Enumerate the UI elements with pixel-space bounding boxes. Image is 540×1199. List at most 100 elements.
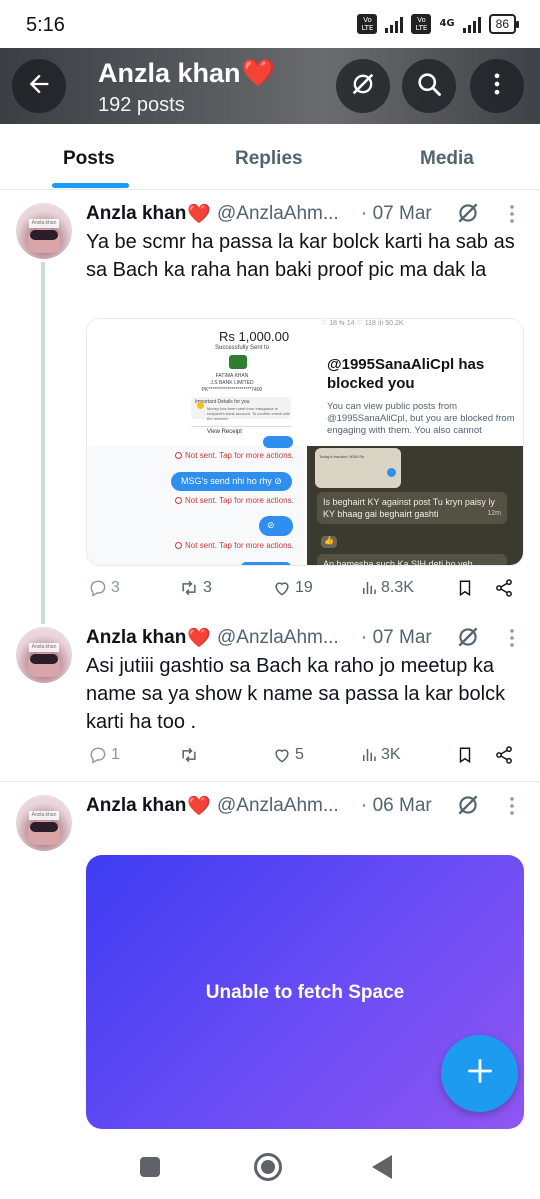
post-author-handle[interactable]: @AnzlaAhm... [217, 203, 347, 225]
active-tab-indicator [52, 183, 129, 188]
post-actions: 1 5 3K [86, 745, 526, 769]
more-vertical-icon [483, 70, 511, 103]
chat-bubble-top [263, 436, 293, 448]
chat-bubble-3 [241, 562, 291, 565]
grok-button[interactable] [336, 59, 390, 113]
tab-replies[interactable]: Replies [235, 148, 303, 170]
heart-emoji: ❤️ [187, 796, 211, 817]
like-button[interactable]: 19 [272, 578, 313, 598]
bank-icon [229, 355, 247, 369]
post-divider [0, 781, 540, 782]
views-button[interactable]: 3K [360, 745, 401, 765]
repost-icon [178, 578, 200, 598]
volte-icon: Vo LTE [357, 14, 378, 34]
compose-post-button[interactable] [441, 1035, 518, 1112]
system-nav-bar [0, 1135, 540, 1199]
thumbs-up-icon: 👍 [321, 536, 337, 548]
search-icon [415, 70, 443, 103]
reply-button[interactable]: 1 [88, 745, 120, 765]
receipt-amount: Rs 1,000.00 [219, 329, 290, 344]
receipt-status: Successfully Sent to [215, 345, 270, 351]
post-text: Ya be scmr ha passa la kar bolck karti h… [86, 231, 515, 281]
repost-button[interactable]: 3 [178, 578, 212, 598]
more-button[interactable] [470, 59, 524, 113]
grok-icon [349, 70, 377, 103]
receipt-notice: Important Details for you Money has been… [191, 397, 291, 421]
grok-icon[interactable] [455, 624, 481, 655]
thread-line [41, 262, 45, 624]
profile-title: Anzla khan❤️ [98, 58, 276, 88]
tab-posts[interactable]: Posts [63, 148, 115, 170]
post-author-handle[interactable]: @AnzlaAhm... [217, 627, 347, 649]
media-blocked-image[interactable]: ♡ 18 ⇆ 14 ♡ 118 ılı 50.2K @1995SanaAliCp… [307, 319, 523, 443]
reply-button[interactable]: 3 [88, 578, 120, 598]
grok-icon[interactable] [455, 792, 481, 823]
post-date[interactable]: · 07 Mar [361, 627, 432, 649]
heart-emoji: ❤️ [187, 628, 211, 649]
bookmark-button[interactable] [456, 578, 474, 598]
post-author-name[interactable]: Anzla khan [86, 795, 186, 817]
media-chat-image[interactable]: Not sent. Tap for more actions. MSG's se… [87, 436, 304, 565]
heart-icon [272, 745, 292, 765]
avatar[interactable]: Anzla khan [16, 627, 72, 683]
network-type: 4G [439, 18, 455, 29]
whatsapp-reply-icon [387, 468, 396, 477]
profile-tabs: Posts Replies Media [0, 124, 540, 190]
post-more-icon[interactable] [509, 628, 515, 653]
post-header: Anzla khan ❤️ @AnzlaAhm... · 07 Mar [86, 625, 432, 651]
signal-icon-2 [462, 15, 481, 33]
share-button[interactable] [494, 745, 514, 765]
post-author-handle[interactable]: @AnzlaAhm... [217, 795, 347, 817]
status-time: 5:16 [26, 14, 65, 36]
repost-icon [178, 745, 200, 765]
avatar[interactable]: Anzla khan [16, 203, 72, 259]
home-icon[interactable] [254, 1153, 282, 1181]
blocked-stats: ♡ 18 ⇆ 14 ♡ 118 ılı 50.2K [321, 320, 404, 327]
media-receipt-image[interactable]: Rs 1,000.00 Successfully Sent to FATIMA … [87, 319, 304, 443]
grok-icon[interactable] [455, 200, 481, 231]
bookmark-icon [456, 578, 474, 598]
back-button[interactable] [12, 59, 66, 113]
post-date[interactable]: · 06 Mar [361, 795, 432, 817]
like-button[interactable]: 5 [272, 745, 304, 765]
chat-error-1: Not sent. Tap for more actions. [175, 451, 294, 460]
notice-dot-icon [197, 402, 204, 409]
volte-icon-2: Vo LTE [411, 14, 432, 34]
recent-apps-icon[interactable] [140, 1157, 160, 1177]
chat-error-3: Not sent. Tap for more actions. [175, 541, 294, 550]
post-header: Anzla khan ❤️ @AnzlaAhm... · 07 Mar [86, 201, 432, 227]
post-date[interactable]: · 07 Mar [361, 203, 432, 225]
chat-bubble-1: MSG's send nhi ho rhy ⊘ [171, 472, 292, 491]
heart-emoji: ❤️ [187, 204, 211, 225]
analytics-icon [360, 745, 378, 765]
post-author-name[interactable]: Anzla khan [86, 627, 186, 649]
receipt-recipient: FATIMA KHAN J.S BANK LIMITED PK*********… [201, 373, 263, 393]
search-button[interactable] [402, 59, 456, 113]
plus-icon [466, 1057, 494, 1090]
blocked-body: You can view public posts from @1995Sana… [327, 401, 515, 436]
tab-media[interactable]: Media [420, 148, 474, 170]
bookmark-icon [456, 745, 474, 765]
views-button[interactable]: 8.3K [360, 578, 414, 598]
back-icon[interactable] [372, 1155, 392, 1179]
bookmark-button[interactable] [456, 745, 474, 765]
repost-button[interactable] [178, 745, 203, 765]
post-more-icon[interactable] [509, 796, 515, 821]
profile-header: Anzla khan❤️ 192 posts [0, 48, 540, 124]
signal-icon [385, 15, 404, 33]
chat-error-2: Not sent. Tap for more actions. [175, 496, 294, 505]
post-more-icon[interactable] [509, 204, 515, 229]
media-whatsapp-image[interactable]: Today's transfer: 5000 Rs Is beghairt KY… [307, 446, 523, 565]
avatar[interactable]: Anzla khan [16, 795, 72, 851]
post-author-name[interactable]: Anzla khan [86, 203, 186, 225]
share-button[interactable] [494, 578, 514, 598]
post-header: Anzla khan ❤️ @AnzlaAhm... · 06 Mar [86, 793, 432, 819]
share-icon [494, 578, 514, 598]
post-media-grid[interactable]: Rs 1,000.00 Successfully Sent to FATIMA … [86, 318, 524, 566]
share-icon [494, 745, 514, 765]
whatsapp-message-1: Is beghairt KY against post Tu kryn pais… [317, 492, 507, 524]
blocked-title: @1995SanaAliCpl has blocked you [327, 356, 485, 392]
reply-icon [88, 578, 108, 598]
back-arrow-icon [25, 70, 53, 103]
battery-icon: 86 [488, 14, 520, 34]
